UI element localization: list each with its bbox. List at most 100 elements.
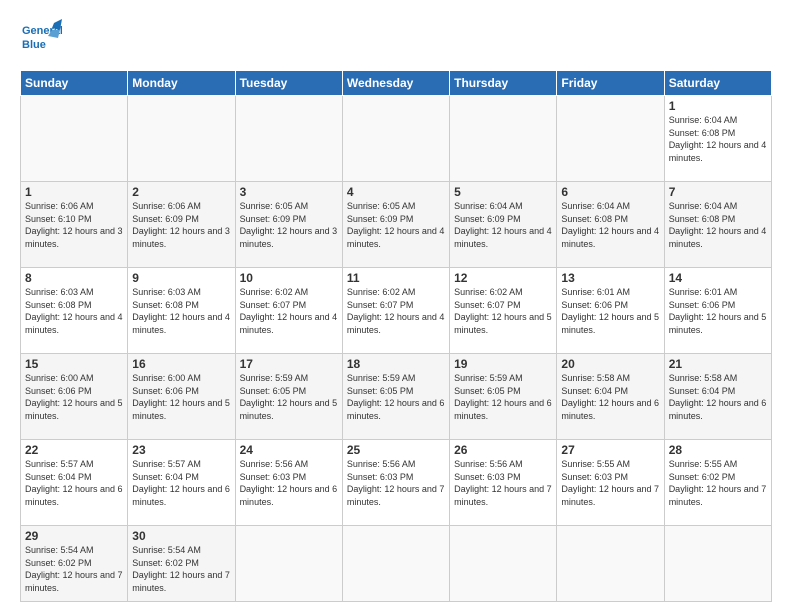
day-number: 17 xyxy=(240,357,338,371)
sunset-label: Sunset: 6:04 PM xyxy=(669,386,736,396)
day-number: 1 xyxy=(669,99,767,113)
sunrise-label: Sunrise: 5:54 AM xyxy=(132,545,201,555)
calendar-cell: 8 Sunrise: 6:03 AM Sunset: 6:08 PM Dayli… xyxy=(21,268,128,354)
calendar-cell: 25 Sunrise: 5:56 AM Sunset: 6:03 PM Dayl… xyxy=(342,440,449,526)
daylight-label: Daylight: 12 hours and 7 minutes. xyxy=(669,484,767,507)
day-number: 23 xyxy=(132,443,230,457)
day-number: 28 xyxy=(669,443,767,457)
sunset-label: Sunset: 6:03 PM xyxy=(454,472,521,482)
sunset-label: Sunset: 6:02 PM xyxy=(132,558,199,568)
day-number: 11 xyxy=(347,271,445,285)
day-info: Sunrise: 5:57 AM Sunset: 6:04 PM Dayligh… xyxy=(132,458,230,508)
day-info: Sunrise: 5:58 AM Sunset: 6:04 PM Dayligh… xyxy=(669,372,767,422)
daylight-label: Daylight: 12 hours and 7 minutes. xyxy=(347,484,445,507)
sunset-label: Sunset: 6:03 PM xyxy=(561,472,628,482)
daylight-label: Daylight: 12 hours and 3 minutes. xyxy=(240,226,338,249)
calendar-cell: 23 Sunrise: 5:57 AM Sunset: 6:04 PM Dayl… xyxy=(128,440,235,526)
daylight-label: Daylight: 12 hours and 5 minutes. xyxy=(454,312,552,335)
calendar-cell: 24 Sunrise: 5:56 AM Sunset: 6:03 PM Dayl… xyxy=(235,440,342,526)
calendar-cell xyxy=(21,96,128,182)
calendar-cell: 3 Sunrise: 6:05 AM Sunset: 6:09 PM Dayli… xyxy=(235,182,342,268)
day-info: Sunrise: 5:56 AM Sunset: 6:03 PM Dayligh… xyxy=(347,458,445,508)
calendar-cell xyxy=(342,96,449,182)
calendar-cell: 14 Sunrise: 6:01 AM Sunset: 6:06 PM Dayl… xyxy=(664,268,771,354)
sunset-label: Sunset: 6:08 PM xyxy=(132,300,199,310)
day-info: Sunrise: 6:04 AM Sunset: 6:08 PM Dayligh… xyxy=(669,200,767,250)
day-info: Sunrise: 6:06 AM Sunset: 6:10 PM Dayligh… xyxy=(25,200,123,250)
sunrise-label: Sunrise: 5:55 AM xyxy=(561,459,630,469)
calendar-cell: 5 Sunrise: 6:04 AM Sunset: 6:09 PM Dayli… xyxy=(450,182,557,268)
header-wednesday: Wednesday xyxy=(342,71,449,96)
sunset-label: Sunset: 6:05 PM xyxy=(454,386,521,396)
daylight-label: Daylight: 12 hours and 5 minutes. xyxy=(669,312,767,335)
sunset-label: Sunset: 6:07 PM xyxy=(454,300,521,310)
day-info: Sunrise: 5:56 AM Sunset: 6:03 PM Dayligh… xyxy=(454,458,552,508)
day-info: Sunrise: 5:59 AM Sunset: 6:05 PM Dayligh… xyxy=(347,372,445,422)
sunset-label: Sunset: 6:03 PM xyxy=(347,472,414,482)
day-info: Sunrise: 5:55 AM Sunset: 6:03 PM Dayligh… xyxy=(561,458,659,508)
day-number: 5 xyxy=(454,185,552,199)
day-info: Sunrise: 6:01 AM Sunset: 6:06 PM Dayligh… xyxy=(669,286,767,336)
day-number: 16 xyxy=(132,357,230,371)
sunset-label: Sunset: 6:06 PM xyxy=(669,300,736,310)
day-info: Sunrise: 6:05 AM Sunset: 6:09 PM Dayligh… xyxy=(240,200,338,250)
daylight-label: Daylight: 12 hours and 6 minutes. xyxy=(347,398,445,421)
day-number: 2 xyxy=(132,185,230,199)
sunrise-label: Sunrise: 5:59 AM xyxy=(454,373,523,383)
day-info: Sunrise: 6:01 AM Sunset: 6:06 PM Dayligh… xyxy=(561,286,659,336)
day-info: Sunrise: 6:00 AM Sunset: 6:06 PM Dayligh… xyxy=(132,372,230,422)
sunrise-label: Sunrise: 5:59 AM xyxy=(240,373,309,383)
calendar-cell xyxy=(235,96,342,182)
sunset-label: Sunset: 6:05 PM xyxy=(240,386,307,396)
day-number: 9 xyxy=(132,271,230,285)
sunset-label: Sunset: 6:08 PM xyxy=(561,214,628,224)
day-info: Sunrise: 5:59 AM Sunset: 6:05 PM Dayligh… xyxy=(240,372,338,422)
sunrise-label: Sunrise: 5:57 AM xyxy=(132,459,201,469)
sunset-label: Sunset: 6:05 PM xyxy=(347,386,414,396)
sunrise-label: Sunrise: 5:59 AM xyxy=(347,373,416,383)
day-info: Sunrise: 6:06 AM Sunset: 6:09 PM Dayligh… xyxy=(132,200,230,250)
daylight-label: Daylight: 12 hours and 5 minutes. xyxy=(240,398,338,421)
daylight-label: Daylight: 12 hours and 4 minutes. xyxy=(25,312,123,335)
daylight-label: Daylight: 12 hours and 7 minutes. xyxy=(25,570,123,593)
svg-text:Blue: Blue xyxy=(22,39,46,51)
sunrise-label: Sunrise: 5:54 AM xyxy=(25,545,94,555)
sunset-label: Sunset: 6:08 PM xyxy=(669,214,736,224)
sunrise-label: Sunrise: 6:02 AM xyxy=(347,287,416,297)
sunrise-label: Sunrise: 6:03 AM xyxy=(132,287,201,297)
calendar-cell: 19 Sunrise: 5:59 AM Sunset: 6:05 PM Dayl… xyxy=(450,354,557,440)
calendar-cell: 18 Sunrise: 5:59 AM Sunset: 6:05 PM Dayl… xyxy=(342,354,449,440)
sunrise-label: Sunrise: 6:05 AM xyxy=(240,201,309,211)
daylight-label: Daylight: 12 hours and 6 minutes. xyxy=(669,398,767,421)
day-info: Sunrise: 6:03 AM Sunset: 6:08 PM Dayligh… xyxy=(25,286,123,336)
sunset-label: Sunset: 6:03 PM xyxy=(240,472,307,482)
day-number: 30 xyxy=(132,529,230,543)
calendar-cell: 10 Sunrise: 6:02 AM Sunset: 6:07 PM Dayl… xyxy=(235,268,342,354)
day-number: 22 xyxy=(25,443,123,457)
header-friday: Friday xyxy=(557,71,664,96)
day-info: Sunrise: 6:02 AM Sunset: 6:07 PM Dayligh… xyxy=(240,286,338,336)
calendar-cell: 17 Sunrise: 5:59 AM Sunset: 6:05 PM Dayl… xyxy=(235,354,342,440)
calendar-cell xyxy=(342,526,449,602)
sunset-label: Sunset: 6:04 PM xyxy=(561,386,628,396)
sunset-label: Sunset: 6:04 PM xyxy=(132,472,199,482)
calendar-cell xyxy=(128,96,235,182)
calendar-cell: 6 Sunrise: 6:04 AM Sunset: 6:08 PM Dayli… xyxy=(557,182,664,268)
day-number: 7 xyxy=(669,185,767,199)
day-number: 14 xyxy=(669,271,767,285)
daylight-label: Daylight: 12 hours and 6 minutes. xyxy=(132,484,230,507)
calendar-cell xyxy=(450,526,557,602)
daylight-label: Daylight: 12 hours and 4 minutes. xyxy=(454,226,552,249)
calendar-cell xyxy=(235,526,342,602)
daylight-label: Daylight: 12 hours and 4 minutes. xyxy=(561,226,659,249)
day-number: 21 xyxy=(669,357,767,371)
day-info: Sunrise: 6:04 AM Sunset: 6:08 PM Dayligh… xyxy=(561,200,659,250)
daylight-label: Daylight: 12 hours and 7 minutes. xyxy=(132,570,230,593)
day-info: Sunrise: 5:54 AM Sunset: 6:02 PM Dayligh… xyxy=(25,544,123,594)
calendar-cell: 16 Sunrise: 6:00 AM Sunset: 6:06 PM Dayl… xyxy=(128,354,235,440)
daylight-label: Daylight: 12 hours and 4 minutes. xyxy=(669,140,767,163)
sunrise-label: Sunrise: 5:58 AM xyxy=(669,373,738,383)
sunrise-label: Sunrise: 5:58 AM xyxy=(561,373,630,383)
calendar-cell: 9 Sunrise: 6:03 AM Sunset: 6:08 PM Dayli… xyxy=(128,268,235,354)
sunrise-label: Sunrise: 6:05 AM xyxy=(347,201,416,211)
